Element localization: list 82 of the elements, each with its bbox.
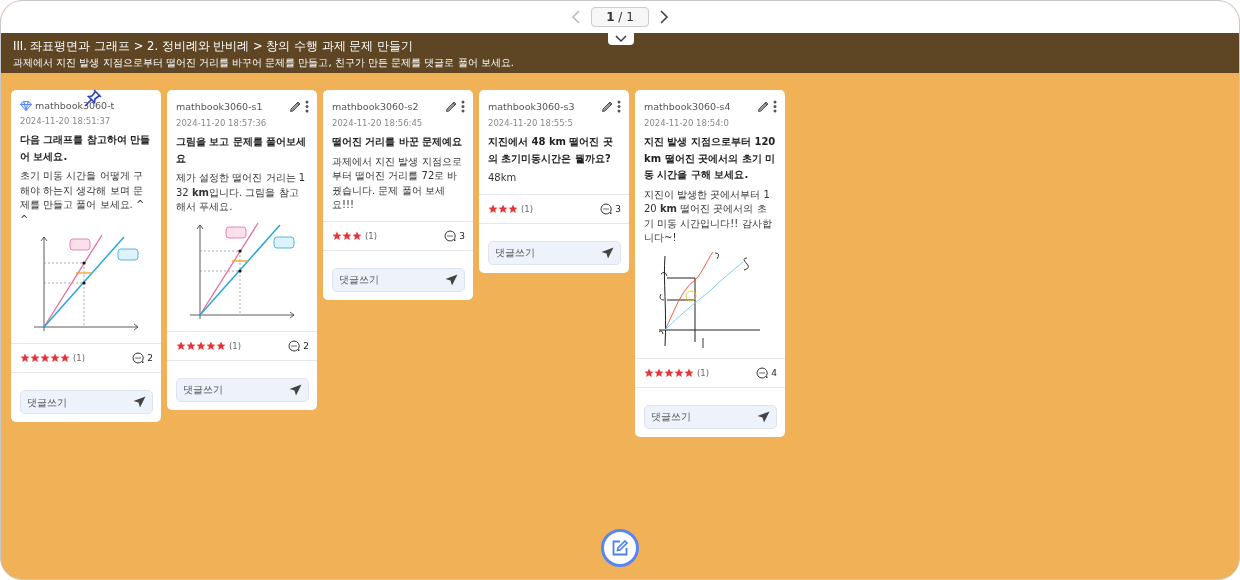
- send-icon[interactable]: [133, 396, 146, 408]
- rating-count: (1): [229, 340, 243, 351]
- post-date: 2024-11-20 18:56:45: [331, 117, 424, 128]
- post-text: 48km: [487, 171, 518, 185]
- comment-icon[interactable]: [132, 352, 145, 364]
- comment-count: 3: [459, 230, 465, 241]
- star-icon: [674, 367, 684, 378]
- comment-icon[interactable]: [288, 339, 301, 352]
- pencil-icon[interactable]: [289, 100, 302, 113]
- post-date: 2024-11-20 18:55:5: [487, 117, 574, 128]
- star-icon: [196, 340, 206, 351]
- author-name: mathbook3060-s3: [488, 101, 576, 112]
- star-icon: [332, 230, 342, 241]
- rating-count: (1): [697, 367, 711, 378]
- star-icon: [488, 203, 498, 214]
- comment-field[interactable]: 댓글쓰기: [332, 267, 465, 292]
- send-icon[interactable]: [757, 410, 770, 423]
- post-title: 지진에서 48 km 떨어진 곳의 초기미동시간은 뭘까요?: [487, 135, 614, 166]
- author-name: mathbook3060-s1: [176, 101, 264, 112]
- comment-icon[interactable]: [444, 229, 457, 242]
- post-title: 지진 발생 지점으로부터 120 km 떨어진 곳에서의 초기 미동 시간을 구해 보세요.: [643, 135, 777, 182]
- star-icon: [216, 340, 226, 351]
- page-indicator: 1 / 1: [591, 7, 649, 27]
- star-icon: [60, 353, 70, 363]
- rating-count: (1): [521, 203, 535, 214]
- star-icon: [50, 353, 60, 363]
- comment-field[interactable]: 댓글쓰기: [20, 390, 153, 414]
- post-date: 2024-11-20 18:51:37: [19, 115, 112, 126]
- comment-count: 3: [615, 203, 621, 214]
- author-name: mathbook3060-s4: [644, 101, 732, 112]
- collapse-toggle[interactable]: [608, 33, 634, 45]
- comment-count: 2: [147, 353, 153, 363]
- post-title: 그림을 보고 문제를 풀어보세요: [175, 135, 308, 166]
- star-icon: [186, 340, 196, 351]
- more-icon[interactable]: [617, 100, 621, 113]
- star-icon: [20, 353, 30, 363]
- pencil-icon[interactable]: [757, 100, 770, 113]
- star-icon: [684, 367, 694, 378]
- pencil-icon[interactable]: [445, 100, 458, 113]
- chevron-right-icon[interactable]: [658, 10, 669, 24]
- breadcrumb: III. 좌표평면과 그래프 > 2. 정비례와 반비례 > 창의 수행 과제 문제 만들기: [13, 39, 414, 54]
- star-icon: [498, 203, 508, 214]
- star-icon: [40, 353, 50, 363]
- post-text: 지진이 발생한 곳에서부터 120 km 떨어진 곳에서의 초기 미동 시간입니다!! 감사합니다~!: [643, 187, 773, 245]
- post-date: 2024-11-20 18:54:0: [643, 117, 730, 128]
- post-date: 2024-11-20 18:57:36: [175, 117, 268, 128]
- star-icon: [508, 203, 518, 214]
- star-icon: [342, 230, 352, 241]
- comment-field[interactable]: 댓글쓰기: [176, 377, 309, 402]
- more-icon[interactable]: [773, 100, 777, 113]
- rating-count: (1): [73, 353, 87, 363]
- more-icon[interactable]: [461, 100, 465, 113]
- comment-field[interactable]: 댓글쓰기: [488, 240, 621, 265]
- post-title: 떨어진 거리를 바꾼 문제예요: [331, 135, 464, 149]
- send-icon[interactable]: [601, 246, 614, 259]
- star-icon: [654, 367, 664, 378]
- star-icon: [206, 340, 216, 351]
- comment-icon[interactable]: [756, 366, 769, 379]
- comment-count: 4: [771, 367, 777, 378]
- star-icon: [176, 340, 186, 351]
- pencil-icon[interactable]: [601, 100, 614, 113]
- star-icon: [352, 230, 362, 241]
- comment-field[interactable]: 댓글쓰기: [644, 404, 777, 429]
- comment-icon[interactable]: [600, 202, 613, 215]
- post-text: 과제에서 지진 발생 지점으로부터 떨어진 거리를 72로 바꿨습니다. 문제 풀어 보세요!!!: [331, 154, 463, 212]
- post-text: 제가 설정한 떨어진 거리는 132 km입니다. 그림을 참고해서 푸세요.: [175, 171, 307, 214]
- more-icon[interactable]: [305, 100, 309, 113]
- comment-count: 2: [303, 340, 309, 351]
- send-icon[interactable]: [289, 383, 302, 396]
- edit-icon: [611, 539, 629, 557]
- star-icon: [664, 367, 674, 378]
- chevron-icon: [615, 35, 627, 43]
- instruction-text: 과제에서 지진 발생 지점으로부터 떨어진 거리를 바꾸어 문제를 만들고, 친구가 만든 문제를 댓글로 풀어 보세요.: [13, 56, 515, 70]
- star-icon: [30, 353, 40, 363]
- author-name: mathbook3060-s2: [332, 101, 420, 112]
- post-text: 초기 미동 시간을 어떻게 구해야 하는지 생각해 보며 문제를 만들고 풀어 보세요. ^^: [19, 169, 146, 227]
- rating-count: (1): [365, 230, 379, 241]
- post-title: 다음 그래프를 참고하여 만들어 보세요.: [19, 133, 152, 164]
- star-icon: [644, 367, 654, 378]
- author-name: mathbook3060-t: [35, 100, 116, 111]
- send-icon[interactable]: [445, 273, 458, 286]
- write-post-button[interactable]: [601, 529, 639, 567]
